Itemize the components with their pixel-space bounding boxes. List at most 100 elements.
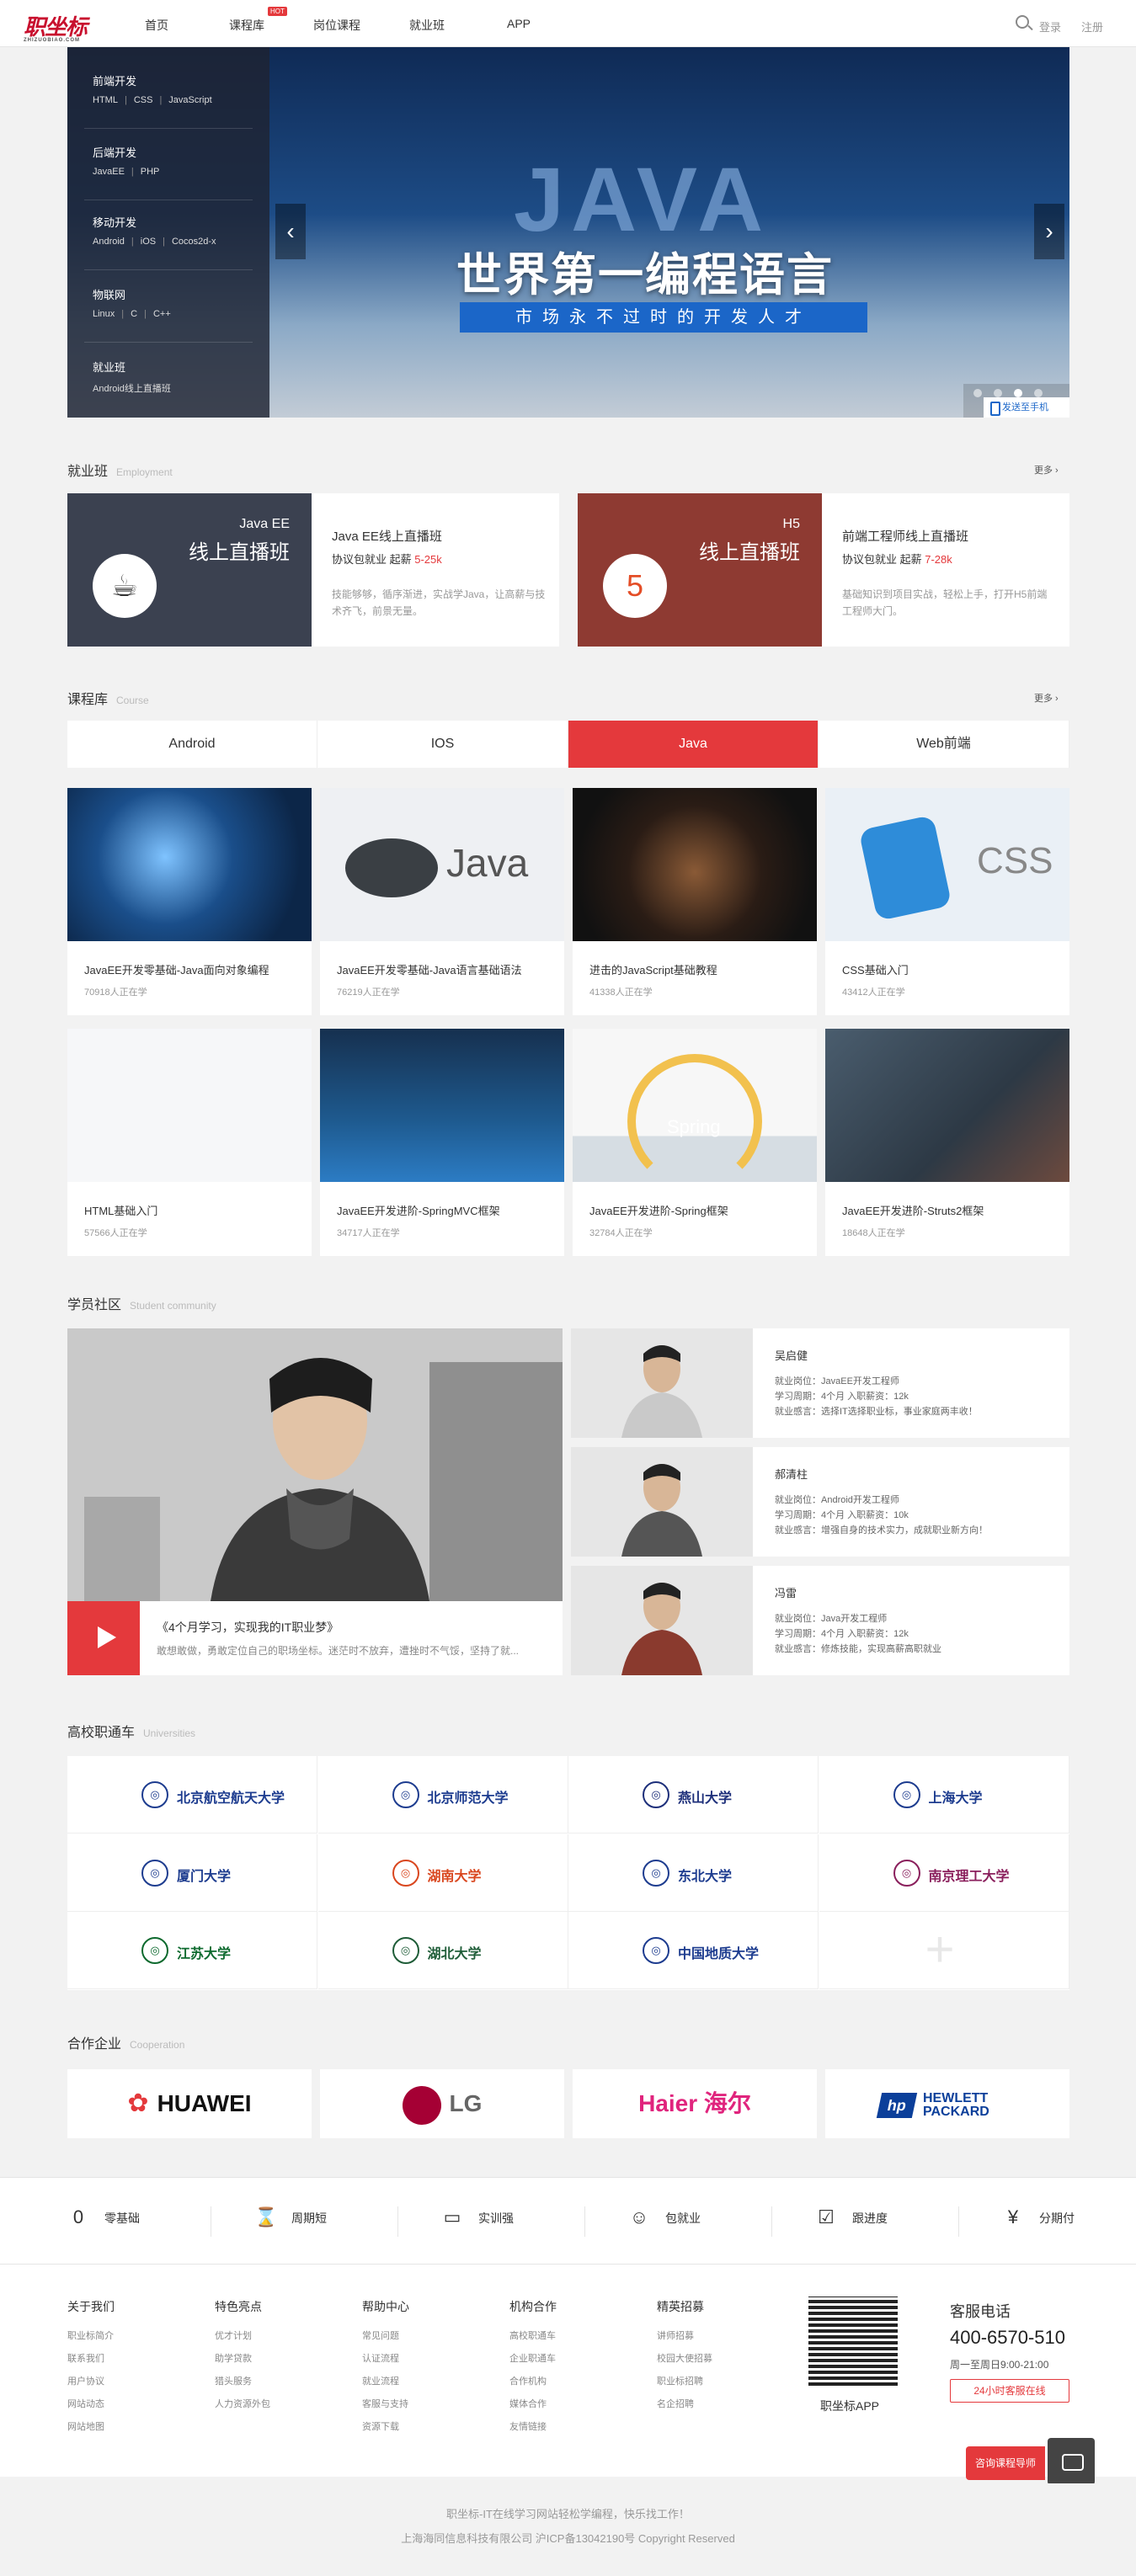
menu-group-title[interactable]: 后端开发: [93, 144, 166, 160]
search-icon[interactable]: [1016, 15, 1029, 29]
add-university-placeholder[interactable]: +: [819, 1912, 1069, 1990]
register-link[interactable]: 注册: [1081, 19, 1103, 35]
course-tab[interactable]: Web前端: [819, 721, 1069, 768]
menu-item[interactable]: HTML: [93, 95, 118, 105]
university-logo[interactable]: ◎ 东北大学: [568, 1834, 819, 1912]
nav-employment-class[interactable]: 就业班: [409, 17, 445, 34]
banner-dot[interactable]: [1034, 389, 1043, 397]
footer-link[interactable]: 就业流程: [362, 2371, 409, 2393]
university-logo[interactable]: ◎ 湖南大学: [317, 1834, 568, 1912]
play-video-button[interactable]: [67, 1601, 140, 1675]
menu-item[interactable]: Android线上直播班: [93, 384, 171, 394]
featured-student-card[interactable]: 《4个月学习，实现我的IT职业梦》 敢想敢做，勇敢定位自己的职场坐标。迷茫时不放…: [67, 1328, 563, 1675]
footer-link[interactable]: 合作机构: [509, 2371, 557, 2393]
employment-card[interactable]: Java EE 线上直播班 ☕ Java EE线上直播班 协议包就业 起薪 5-25k 技…: [67, 493, 559, 647]
partner-logo[interactable]: hp HEWLETT PACKARD: [825, 2069, 1069, 2138]
consult-tutor-button[interactable]: 咨询课程导师: [966, 2446, 1045, 2480]
student-card[interactable]: 吴启健 就业岗位：JavaEE开发工程师 学习周期：4个月 入职薪资：12k 就业感言…: [571, 1328, 1069, 1438]
menu-group-title[interactable]: 前端开发: [93, 72, 219, 88]
student-name[interactable]: 冯雷: [775, 1584, 797, 1600]
course-name[interactable]: JavaEE开发零基础-Java面向对象编程: [84, 961, 269, 977]
university-logo[interactable]: ◎ 江苏大学: [67, 1912, 317, 1990]
university-logo[interactable]: ◎ 厦门大学: [67, 1834, 317, 1912]
menu-item[interactable]: C++: [144, 309, 171, 319]
banner-dot[interactable]: [994, 389, 1002, 397]
menu-item[interactable]: Cocos2d-x: [163, 237, 216, 247]
university-logo[interactable]: ◎ 燕山大学: [568, 1756, 819, 1834]
student-name[interactable]: 郝清柱: [775, 1466, 808, 1482]
menu-item[interactable]: CSS: [125, 95, 152, 105]
university-logo[interactable]: ◎ 湖北大学: [317, 1912, 568, 1990]
course-card[interactable]: CSS CSS基础入门 43412人正在学: [825, 788, 1069, 1015]
partner-logo[interactable]: LG: [320, 2069, 564, 2138]
nav-app[interactable]: APP: [507, 17, 531, 30]
footer-link[interactable]: 高校职通车: [509, 2325, 557, 2348]
course-tab[interactable]: Android: [67, 721, 317, 768]
online-service-button[interactable]: 24小时客服在线: [950, 2379, 1069, 2403]
footer-link[interactable]: 职业标招聘: [657, 2371, 712, 2393]
course-tab[interactable]: Java: [568, 721, 819, 768]
footer-link[interactable]: 优才计划: [215, 2325, 270, 2348]
footer-link[interactable]: 人力资源外包: [215, 2393, 270, 2416]
course-card[interactable]: HTML基础入门 57566人正在学: [67, 1029, 312, 1256]
course-name[interactable]: JavaEE开发零基础-Java语言基础语法: [337, 961, 522, 977]
partner-logo[interactable]: Haier 海尔: [573, 2069, 817, 2138]
student-name[interactable]: 吴启健: [775, 1347, 808, 1363]
footer-link[interactable]: 资源下载: [362, 2416, 409, 2439]
footer-link[interactable]: 企业职通车: [509, 2348, 557, 2371]
university-logo[interactable]: ◎ 南京理工大学: [819, 1834, 1069, 1912]
course-name[interactable]: CSS基础入门: [842, 961, 909, 977]
menu-item[interactable]: JavaScript: [159, 95, 211, 105]
course-name[interactable]: HTML基础入门: [84, 1202, 157, 1218]
menu-item[interactable]: PHP: [131, 167, 159, 177]
banner-dot[interactable]: [973, 389, 982, 397]
course-name[interactable]: JavaEE开发进阶-Spring框架: [589, 1202, 728, 1218]
menu-group-title[interactable]: 移动开发: [93, 214, 223, 230]
university-logo[interactable]: ◎ 中国地质大学: [568, 1912, 819, 1990]
chat-icon[interactable]: [1048, 2438, 1095, 2485]
employment-card[interactable]: H5 线上直播班 5 前端工程师线上直播班 协议包就业 起薪 7-28k 基础知识到项目实…: [578, 493, 1069, 647]
footer-link[interactable]: 媒体合作: [509, 2393, 557, 2416]
course-card[interactable]: JavaEE开发进阶-Struts2框架 18648人正在学: [825, 1029, 1069, 1256]
course-card[interactable]: JavaEE开发进阶-SpringMVC框架 34717人正在学: [320, 1029, 564, 1256]
footer-link[interactable]: 用户协议: [67, 2371, 115, 2393]
footer-link[interactable]: 友情链接: [509, 2416, 557, 2439]
site-logo[interactable]: 职坐标 ZHIZUOBIAO.COM: [24, 10, 88, 43]
course-card[interactable]: JavaEE开发零基础-Java面向对象编程 70918人正在学: [67, 788, 312, 1015]
send-to-phone-button[interactable]: 发送至手机: [984, 397, 1069, 418]
footer-link[interactable]: 助学贷款: [215, 2348, 270, 2371]
student-card[interactable]: 冯雷 就业岗位：Java开发工程师 学习周期：4个月 入职薪资：12k 就业感言：修炼…: [571, 1566, 1069, 1675]
nav-course-library[interactable]: 课程库: [229, 17, 264, 34]
footer-link[interactable]: 职业标简介: [67, 2325, 115, 2348]
banner-prev-arrow[interactable]: ‹: [275, 204, 306, 259]
footer-link[interactable]: 猎头服务: [215, 2371, 270, 2393]
menu-item[interactable]: Linux: [93, 309, 115, 319]
partner-logo[interactable]: ✿ HUAWEI: [67, 2069, 312, 2138]
employment-card-name[interactable]: 前端工程师线上直播班: [842, 527, 968, 545]
menu-item[interactable]: Android: [93, 237, 125, 247]
course-tab[interactable]: IOS: [318, 721, 568, 768]
course-name[interactable]: 进击的JavaScript基础教程: [589, 961, 717, 977]
footer-link[interactable]: 网站地图: [67, 2416, 115, 2439]
nav-job-courses[interactable]: 岗位课程: [313, 17, 360, 34]
featured-story-title[interactable]: 《4个月学习，实现我的IT职业梦》: [157, 1619, 339, 1636]
menu-item[interactable]: JavaEE: [93, 167, 125, 177]
footer-link[interactable]: 联系我们: [67, 2348, 115, 2371]
course-card[interactable]: Java JavaEE开发零基础-Java语言基础语法 76219人正在学: [320, 788, 564, 1015]
course-more-link[interactable]: 更多 ›: [1034, 691, 1059, 705]
footer-link[interactable]: 认证流程: [362, 2348, 409, 2371]
menu-group-title[interactable]: 物联网: [93, 286, 178, 302]
login-link[interactable]: 登录: [1039, 19, 1061, 35]
nav-home[interactable]: 首页: [145, 17, 168, 34]
university-logo[interactable]: ◎ 上海大学: [819, 1756, 1069, 1834]
employment-more-link[interactable]: 更多 ›: [1034, 463, 1059, 476]
course-card[interactable]: 进击的JavaScript基础教程 41338人正在学: [573, 788, 817, 1015]
footer-link[interactable]: 名企招聘: [657, 2393, 712, 2416]
employment-card-name[interactable]: Java EE线上直播班: [332, 527, 442, 545]
course-card[interactable]: Spring JavaEE开发进阶-Spring框架 32784人正在学: [573, 1029, 817, 1256]
banner-next-arrow[interactable]: ›: [1034, 204, 1064, 259]
footer-link[interactable]: 常见问题: [362, 2325, 409, 2348]
footer-link[interactable]: 网站动态: [67, 2393, 115, 2416]
footer-link[interactable]: 校园大使招募: [657, 2348, 712, 2371]
menu-item[interactable]: iOS: [131, 237, 156, 247]
